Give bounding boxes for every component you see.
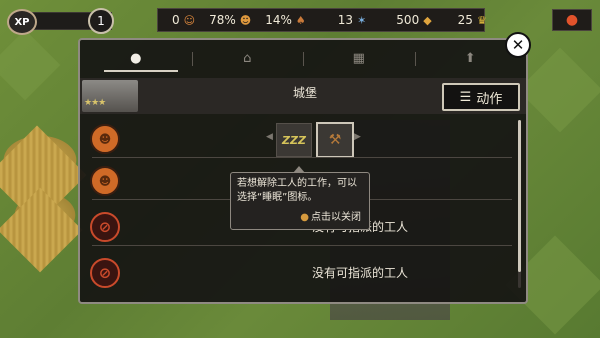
- no-worker-icon: ⊘: [90, 258, 120, 288]
- xp-badge[interactable]: XP: [7, 9, 37, 35]
- gold-icon: ◆: [423, 13, 432, 27]
- resource-gold[interactable]: 500 ◆: [396, 13, 431, 27]
- resource-bar[interactable]: 0 ☺ 78% ☻ 14% ♠ 13 ✶ 500 ◆ 25 ♛: [157, 8, 487, 32]
- chevron-right-icon[interactable]: ▶: [354, 132, 361, 142]
- resource-workers[interactable]: 0 ☺: [172, 13, 195, 27]
- food-icon: ♠: [295, 13, 306, 27]
- action-button[interactable]: ☰ 动作: [442, 83, 520, 111]
- menu-icon: ●: [565, 12, 579, 28]
- worker-slot-empty: ⊘ 没有可指派的工人: [80, 252, 514, 292]
- row-divider: [92, 157, 512, 158]
- menu-button[interactable]: ●: [552, 9, 592, 31]
- level-badge[interactable]: 1: [88, 8, 114, 34]
- building-header: ★★★ 城堡 ☰ 动作: [80, 78, 526, 114]
- resource-crowns[interactable]: 25 ♛: [458, 13, 487, 27]
- worker-icon: ☺: [183, 13, 196, 27]
- resource-research[interactable]: 13 ✶: [338, 13, 367, 27]
- worker-avatar-icon[interactable]: ☻: [90, 124, 120, 154]
- resource-food[interactable]: 14% ♠: [265, 13, 306, 27]
- crown-icon: ♛: [476, 13, 487, 27]
- worker-avatar-icon[interactable]: ☻: [90, 166, 120, 196]
- close-icon: ✕: [511, 35, 525, 54]
- tooltip-text: 若想解除工人的工作，可以选择“睡眠”图标。: [237, 178, 357, 203]
- empty-slot-text: 没有可指派的工人: [311, 266, 408, 280]
- scroll-thumb[interactable]: [518, 120, 521, 272]
- scrollbar[interactable]: [518, 120, 521, 288]
- research-icon: ✶: [357, 13, 367, 27]
- happiness-icon: ☻: [239, 13, 252, 27]
- close-button[interactable]: ✕: [505, 32, 531, 58]
- tap-icon: ●: [300, 212, 309, 223]
- no-worker-icon: ⊘: [90, 212, 120, 242]
- top-bar: XP 1 0 ☺ 78% ☻ 14% ♠ 13 ✶ 500 ◆ 25 ♛ ●: [0, 0, 600, 36]
- action-button-label: 动作: [476, 91, 503, 107]
- panel-tabs: ● ⌂ ▦ ⬆: [80, 40, 526, 76]
- sleep-icon[interactable]: ZZZ: [276, 123, 312, 157]
- tooltip-close-hint[interactable]: ● 点击以关闭: [300, 211, 361, 225]
- tooltip[interactable]: 若想解除工人的工作，可以选择“睡眠”图标。 ● 点击以关闭: [230, 166, 370, 230]
- tab-storage[interactable]: ▦: [303, 40, 415, 76]
- work-icon[interactable]: ⚒: [316, 122, 354, 158]
- row-divider: [92, 245, 512, 246]
- resource-happiness[interactable]: 78% ☻: [209, 13, 251, 27]
- worker-slot[interactable]: ☻ ◀ ZZZ ⚒ ▶: [80, 118, 514, 158]
- worker-tab-icon: ●: [130, 50, 142, 66]
- tab-house[interactable]: ⌂: [191, 40, 304, 76]
- storage-tab-icon: ▦: [352, 50, 365, 66]
- building-stars: ★★★: [84, 98, 106, 108]
- upgrade-tab-icon: ⬆: [464, 50, 476, 66]
- building-title: 城堡: [292, 86, 317, 100]
- house-tab-icon: ⌂: [243, 50, 252, 66]
- list-icon: ☰: [459, 89, 472, 105]
- tab-workers[interactable]: ●: [80, 40, 192, 76]
- chevron-left-icon[interactable]: ◀: [266, 132, 273, 142]
